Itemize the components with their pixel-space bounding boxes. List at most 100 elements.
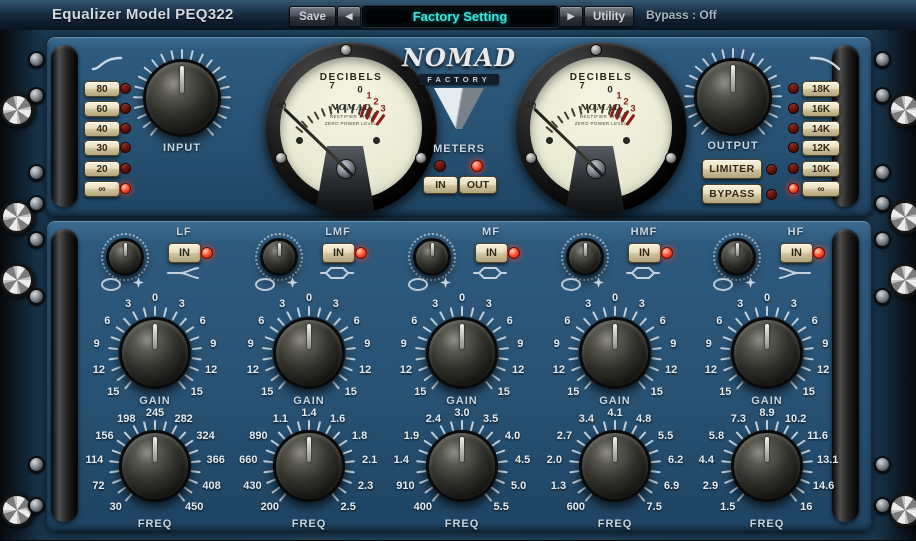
meters-in-button[interactable]: IN — [423, 176, 458, 194]
hmf-in-button[interactable]: IN — [628, 243, 661, 263]
input-pad-30[interactable]: 30 — [84, 140, 120, 156]
hf-q-knob[interactable] — [711, 231, 763, 283]
knob-scale-value: 9 — [210, 338, 216, 350]
knob-scale-value: 0 — [306, 292, 312, 304]
output-pad-16k[interactable]: 16K — [802, 101, 840, 117]
knob-scale-value: 114 — [85, 454, 103, 466]
hf-q-knob-cap[interactable] — [718, 238, 756, 276]
screw-icon — [874, 195, 891, 212]
input-knob[interactable] — [122, 38, 242, 158]
output-led-10k — [788, 163, 799, 174]
hmf-in-led — [661, 247, 673, 259]
prev-preset-button[interactable]: ◀ — [337, 6, 361, 27]
hmf-q-knob[interactable] — [559, 231, 611, 283]
knob-scale-value: 3 — [279, 298, 285, 310]
preset-display[interactable]: Factory Setting — [362, 6, 558, 27]
freq-label: FREQ — [727, 518, 807, 530]
output-knob[interactable] — [673, 37, 793, 157]
mf-q-knob[interactable] — [406, 231, 458, 283]
bypass-button[interactable]: BYPASS — [702, 184, 762, 204]
band-hf: HF IN 151296303691215 GAIN 1.52.94.45.87… — [690, 221, 844, 530]
hmf-gain-knob-cap[interactable] — [579, 317, 651, 389]
band-label: HF — [756, 226, 836, 238]
knob-scale-value: 12 — [512, 364, 524, 376]
mf-in-button[interactable]: IN — [475, 243, 508, 263]
lmf-gain-knob-cap[interactable] — [273, 317, 345, 389]
input-pad-60[interactable]: 60 — [84, 101, 120, 117]
knob-scale-value: 2.0 — [547, 454, 562, 466]
knob-scale-value: 0 — [612, 292, 618, 304]
vu-scale-1: 1 — [366, 91, 371, 102]
hf-in-button[interactable]: IN — [780, 243, 813, 263]
mf-q-knob-cap[interactable] — [413, 238, 451, 276]
limiter-led — [766, 164, 777, 175]
knob-scale-value: 9 — [822, 338, 828, 350]
utility-button[interactable]: Utility — [584, 6, 634, 27]
knob-scale-value: 2.3 — [358, 480, 373, 492]
hmf-freq-knob-cap[interactable] — [579, 430, 651, 502]
output-led-18k — [788, 83, 799, 94]
lmf-q-knob-cap[interactable] — [260, 238, 298, 276]
knob-scale-value: 1.8 — [352, 430, 367, 442]
knob-scale-value: 4.8 — [636, 413, 651, 425]
knob-scale-value: 9 — [670, 338, 676, 350]
lf-freq-knob-cap[interactable] — [119, 430, 191, 502]
meters-out-button[interactable]: OUT — [459, 176, 497, 194]
lmf-in-led — [355, 247, 367, 259]
knob-scale-value: 282 — [174, 413, 192, 425]
knob-scale-value: 3.0 — [454, 407, 469, 419]
band-lf: LF IN 151296303691215 GAIN 3072114156198… — [78, 221, 232, 530]
lf-q-knob[interactable] — [99, 231, 151, 283]
input-pad-80[interactable]: 80 — [84, 81, 120, 97]
rack-background: 80 60 40 30 20 ∞ INPUT DECIBELS 40 7 0 1… — [0, 30, 916, 540]
input-led-20 — [120, 163, 131, 174]
hf-gain-knob-cap[interactable] — [731, 317, 803, 389]
lf-q-knob-cap[interactable] — [106, 238, 144, 276]
mf-freq-knob-cap[interactable] — [426, 430, 498, 502]
output-knob-cap[interactable] — [694, 58, 772, 136]
mf-gain-knob-cap[interactable] — [426, 317, 498, 389]
rack-fastener-icon — [888, 200, 916, 234]
nomad-factory-logo-sub: FACTORY — [419, 74, 499, 85]
rack-fastener-icon — [888, 93, 916, 127]
knob-scale-value: 12 — [665, 364, 677, 376]
band-label: MF — [451, 226, 531, 238]
output-pad-14k[interactable]: 14K — [802, 121, 840, 137]
knob-scale-value: 600 — [567, 501, 585, 513]
knob-scale-value: 2.1 — [362, 454, 377, 466]
output-pad-inf[interactable]: ∞ — [802, 181, 840, 197]
knob-scale-value: 11.6 — [807, 430, 828, 442]
output-pad-12k[interactable]: 12K — [802, 140, 840, 156]
knob-scale-value: 3 — [737, 298, 743, 310]
screw-icon — [874, 164, 891, 181]
input-knob-cap[interactable] — [143, 59, 221, 137]
vu-decibels-label: DECIBELS — [515, 72, 687, 83]
output-pad-18k[interactable]: 18K — [802, 81, 840, 97]
hmf-q-knob-cap[interactable] — [566, 238, 604, 276]
lf-in-button[interactable]: IN — [168, 243, 201, 263]
input-pad-20[interactable]: 20 — [84, 161, 120, 177]
input-pad-inf[interactable]: ∞ — [84, 181, 120, 197]
knob-scale-value: 5.8 — [709, 430, 724, 442]
knob-scale-value: 3 — [432, 298, 438, 310]
screw-icon — [874, 288, 891, 305]
next-preset-button[interactable]: ▶ — [559, 6, 583, 27]
knob-scale-value: 5.5 — [658, 430, 673, 442]
band-label: LF — [144, 226, 224, 238]
knob-scale-value: 14.6 — [813, 480, 834, 492]
bell-curve-icon — [626, 265, 660, 281]
lf-gain-knob-cap[interactable] — [119, 317, 191, 389]
knob-scale-value: 9 — [517, 338, 523, 350]
limiter-button[interactable]: LIMITER — [702, 159, 762, 179]
lmf-freq-knob-cap[interactable] — [273, 430, 345, 502]
save-button[interactable]: Save — [289, 6, 336, 27]
hf-freq-knob-cap[interactable] — [731, 430, 803, 502]
output-pad-10k[interactable]: 10K — [802, 161, 840, 177]
output-led-inf — [788, 183, 799, 194]
prev-arrow-icon: ◀ — [346, 11, 353, 22]
knob-scale-value: 400 — [414, 501, 432, 513]
input-pad-40[interactable]: 40 — [84, 121, 120, 137]
lmf-q-knob[interactable] — [253, 231, 305, 283]
lmf-in-button[interactable]: IN — [322, 243, 355, 263]
knob-scale-value: 4.1 — [607, 407, 622, 419]
